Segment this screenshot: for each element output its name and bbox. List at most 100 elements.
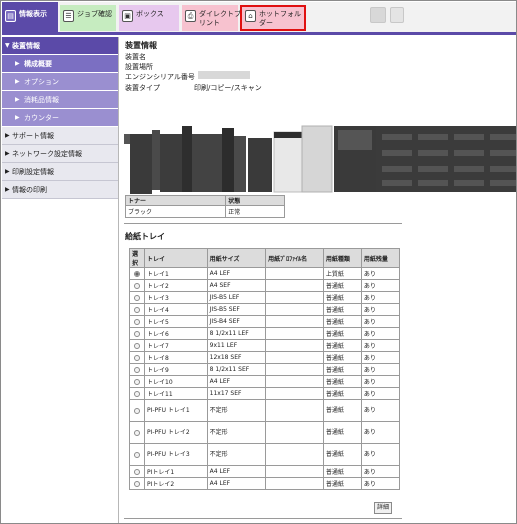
toner-status: 正常 <box>225 205 285 218</box>
device-type-label: 装置タイプ <box>125 84 160 92</box>
paper-size-header: 用紙サイズ <box>206 248 267 268</box>
toner-header: トナー <box>124 195 227 206</box>
info-display-icon: ▤ <box>5 10 16 22</box>
triangle-right-icon: ▶ <box>15 60 20 67</box>
paper-size: JIS-B5 SEF <box>206 303 267 316</box>
paper-size: JIS-B5 LEF <box>206 291 267 304</box>
paper-remaining: あり <box>360 291 401 304</box>
triangle-right-icon: ▶ <box>5 150 10 157</box>
tab-direct-print[interactable]: ⎙ ダイレクトプ リント <box>182 5 241 31</box>
tray-name: トレイ9 <box>144 363 208 376</box>
main-content: 装置情報 装置名 設置場所 エンジンシリアル番号 装置タイプ 印刷/コピー/スキ… <box>124 37 516 523</box>
paper-remaining: あり <box>360 279 401 292</box>
paper-size: 9x11 LEF <box>206 339 267 352</box>
paper-type: 普通紙 <box>322 315 362 328</box>
tray-name: トレイ6 <box>144 327 208 340</box>
table-row: トレイ10 A4 LEF 普通紙 あり <box>129 375 401 388</box>
tray-name: PIトレイ2 <box>144 477 208 490</box>
disabled-tool-icon <box>390 7 404 23</box>
tray-name: トレイ11 <box>144 387 208 400</box>
tray-section-title: 給紙トレイ <box>125 232 165 241</box>
sidebar-item-support[interactable]: ▶ サポート情報 <box>2 127 118 145</box>
paper-type-header: 用紙種類 <box>322 248 362 268</box>
table-row: ブラック 正常 <box>124 205 285 218</box>
paper-type: 普通紙 <box>322 351 362 364</box>
paper-profile <box>265 351 324 364</box>
sidebar-item-label: 消耗品情報 <box>24 96 59 104</box>
tray-radio-button[interactable] <box>134 330 140 337</box>
paper-profile-header: 用紙ﾌﾟﾛﾌｧｲﾙ名 <box>265 248 324 268</box>
tray-radio-button[interactable] <box>134 366 140 373</box>
sidebar-item-counter[interactable]: ▶ カウンター <box>2 109 118 127</box>
paper-remaining: あり <box>360 399 401 422</box>
tab-job-label: ジョブ確認 <box>77 10 112 18</box>
tray-radio-button[interactable] <box>134 390 140 397</box>
paper-size: JIS-B4 SEF <box>206 315 267 328</box>
paper-remaining: あり <box>360 375 401 388</box>
paper-remaining: あり <box>360 315 401 328</box>
tray-radio-button[interactable] <box>134 429 140 436</box>
paper-profile <box>265 443 324 466</box>
tray-radio-button[interactable] <box>134 407 140 414</box>
device-location-label: 設置場所 <box>125 63 153 71</box>
sidebar-item-consumables[interactable]: ▶ 消耗品情報 <box>2 91 118 109</box>
device-name-label: 装置名 <box>125 53 146 61</box>
paper-type: 普通紙 <box>322 279 362 292</box>
paper-profile <box>265 339 324 352</box>
tray-name: トレイ8 <box>144 351 208 364</box>
sidebar-item-network-settings[interactable]: ▶ ネットワーク設定情報 <box>2 145 118 163</box>
tab-info-display[interactable]: ▤ 情報表示 <box>2 2 58 32</box>
table-row: PI-PFU トレイ2 不定形 普通紙 あり <box>129 421 401 444</box>
sidebar-item-label: 印刷設定情報 <box>12 168 54 176</box>
tray-radio-button[interactable] <box>134 451 140 458</box>
tray-radio-button[interactable] <box>134 468 140 475</box>
paper-type: 上質紙 <box>322 267 362 280</box>
sidebar-item-config-summary[interactable]: ▶ 構成概要 <box>2 55 118 73</box>
tray-select-cell <box>129 443 145 466</box>
paper-type: 普通紙 <box>322 399 362 422</box>
tray-select-cell <box>129 267 145 280</box>
paper-size: A4 LEF <box>206 375 267 388</box>
tray-header: トレイ <box>144 248 208 268</box>
paper-size: 11x17 SEF <box>206 387 267 400</box>
table-row: トレイ9 8 1/2x11 SEF 普通紙 あり <box>129 363 401 376</box>
refresh-icon[interactable] <box>370 7 386 23</box>
paper-size: 8 1/2x11 LEF <box>206 327 267 340</box>
tray-radio-button[interactable] <box>134 294 140 301</box>
tray-radio-button[interactable] <box>134 270 140 277</box>
sidebar-item-options[interactable]: ▶ オプション <box>2 73 118 91</box>
top-tab-bar: ▤ 情報表示 ☰ ジョブ確認 ▣ ボックス ⎙ ダイレクトプ リント ⌂ ホット… <box>2 2 516 35</box>
tray-radio-button[interactable] <box>134 378 140 385</box>
bottom-divider <box>124 518 402 519</box>
table-row: トレイ5 JIS-B4 SEF 普通紙 あり <box>129 315 401 328</box>
triangle-right-icon: ▶ <box>5 186 10 193</box>
paper-tray-table: 選択 トレイ 用紙サイズ 用紙ﾌﾟﾛﾌｧｲﾙ名 用紙種類 用紙残量 トレイ1 A4… <box>129 248 401 490</box>
sidebar-item-label: オプション <box>24 78 59 86</box>
tray-radio-button[interactable] <box>134 342 140 349</box>
tray-header-row: 選択 トレイ 用紙サイズ 用紙ﾌﾟﾛﾌｧｲﾙ名 用紙種類 用紙残量 <box>129 248 401 268</box>
paper-type: 普通紙 <box>322 363 362 376</box>
tray-radio-button[interactable] <box>134 318 140 325</box>
table-row: PIトレイ2 A4 LEF 普通紙 あり <box>129 477 401 490</box>
paper-type: 普通紙 <box>322 477 362 490</box>
triangle-down-icon: ▼ <box>5 42 10 49</box>
tray-radio-button[interactable] <box>134 354 140 361</box>
toner-header-row: トナー 状態 <box>124 195 285 206</box>
sidebar-item-print-settings[interactable]: ▶ 印刷設定情報 <box>2 163 118 181</box>
detail-button[interactable]: 詳細 <box>374 502 393 514</box>
sidebar: ▼ 装置情報 ▶ 構成概要 ▶ オプション ▶ 消耗品情報 ▶ カウンター ▶ サポート情報… <box>2 37 119 523</box>
paper-size: A4 LEF <box>206 465 267 478</box>
serial-number-label: エンジンシリアル番号 <box>125 73 195 81</box>
tray-radio-button[interactable] <box>134 480 140 487</box>
sidebar-item-print-info[interactable]: ▶ 情報の印刷 <box>2 181 118 199</box>
tray-radio-button[interactable] <box>134 282 140 289</box>
tab-job-check[interactable]: ☰ ジョブ確認 <box>60 5 116 31</box>
tab-box[interactable]: ▣ ボックス <box>119 5 179 31</box>
paper-profile <box>265 327 324 340</box>
table-row: トレイ7 9x11 LEF 普通紙 あり <box>129 339 401 352</box>
sidebar-item-device-info[interactable]: ▼ 装置情報 <box>2 37 118 55</box>
tab-hot-folder[interactable]: ⌂ ホットフォル ダー <box>240 5 306 31</box>
serial-number-redacted <box>198 71 250 79</box>
tray-radio-button[interactable] <box>134 306 140 313</box>
direct-print-icon: ⎙ <box>185 10 196 22</box>
